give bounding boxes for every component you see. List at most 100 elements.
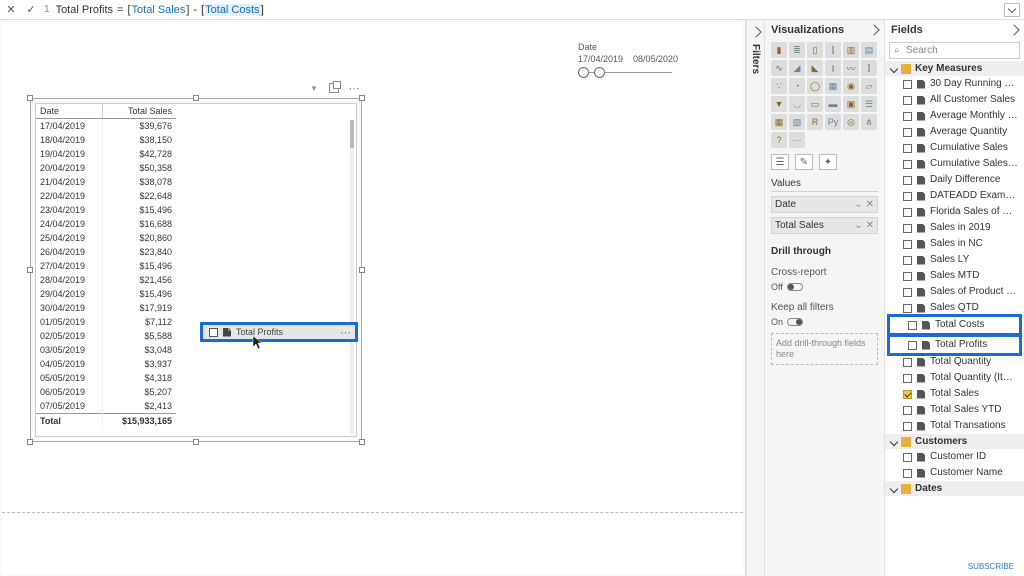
checkbox-icon[interactable] xyxy=(903,176,912,185)
field-item[interactable]: 30 Day Running Total xyxy=(885,76,1024,92)
field-item[interactable]: Total Profits xyxy=(887,334,1022,356)
viz-stacked-col-icon[interactable]: ▯ xyxy=(807,42,823,58)
viz-filled-map-icon[interactable]: ▱ xyxy=(861,78,877,94)
viz-slicer-icon[interactable]: ☰ xyxy=(861,96,877,112)
col-header-date[interactable]: Date xyxy=(36,104,103,119)
date-slicer[interactable]: Date 17/04/2019 08/05/2020 xyxy=(578,42,678,80)
drill-dropzone[interactable]: Add drill-through fields here xyxy=(771,333,878,365)
viz-100-bar-icon[interactable]: ▥ xyxy=(843,42,859,58)
scrollbar[interactable] xyxy=(350,120,354,434)
viz-stacked-bar-icon[interactable]: ▮ xyxy=(771,42,787,58)
field-item[interactable]: Total Costs xyxy=(887,314,1022,336)
checkbox-icon[interactable] xyxy=(908,321,917,330)
resize-handle[interactable] xyxy=(193,439,199,445)
table-dates[interactable]: Dates xyxy=(885,481,1024,496)
checkbox-icon[interactable] xyxy=(903,422,912,431)
viz-map-icon[interactable]: ◉ xyxy=(843,78,859,94)
drag-ghost-total-profits[interactable]: Total Profits xyxy=(200,322,358,342)
viz-donut-icon[interactable]: ◯ xyxy=(807,78,823,94)
checkbox-icon[interactable] xyxy=(903,208,912,217)
cancel-icon[interactable]: ✕ xyxy=(4,3,18,17)
checkbox-icon[interactable] xyxy=(903,112,912,121)
checkbox-icon[interactable] xyxy=(903,374,912,383)
viz-qna-icon[interactable]: ? xyxy=(771,132,787,148)
viz-python-icon[interactable]: Py xyxy=(825,114,841,130)
checkbox-icon[interactable] xyxy=(903,272,912,281)
chevron-down-icon[interactable]: ⌄ xyxy=(854,199,862,210)
chevron-right-icon[interactable] xyxy=(750,26,761,37)
viz-r-icon[interactable]: R xyxy=(807,114,823,130)
checkbox-icon[interactable] xyxy=(903,224,912,233)
table-customers[interactable]: Customers xyxy=(885,434,1024,449)
viz-100-col-icon[interactable]: ▤ xyxy=(861,42,877,58)
checkbox-icon[interactable] xyxy=(903,192,912,201)
viz-decomp-icon[interactable]: ⋔ xyxy=(861,114,877,130)
checkbox-icon[interactable] xyxy=(903,128,912,137)
field-item[interactable]: Daily Difference xyxy=(885,172,1024,188)
checkbox-icon[interactable] xyxy=(903,453,912,462)
resize-handle[interactable] xyxy=(27,95,33,101)
viz-clustered-bar-icon[interactable]: ≣ xyxy=(789,42,805,58)
checkbox-icon[interactable] xyxy=(903,288,912,297)
checkbox-icon[interactable] xyxy=(903,160,912,169)
format-tab-icon[interactable]: ✎ xyxy=(795,154,813,170)
field-item[interactable]: Cumulative Sales xyxy=(885,140,1024,156)
checkbox-icon[interactable] xyxy=(903,240,912,249)
checkbox-icon[interactable] xyxy=(903,358,912,367)
viz-table-icon[interactable]: ▦ xyxy=(771,114,787,130)
field-item[interactable]: Customer Name xyxy=(885,465,1024,481)
viz-scatter-icon[interactable]: ∵ xyxy=(771,78,787,94)
field-item[interactable]: Florida Sales of Product 2 ... xyxy=(885,204,1024,220)
resize-handle[interactable] xyxy=(359,439,365,445)
table-visual[interactable]: Date Total Sales 17/04/2019$39,67618/04/… xyxy=(30,98,362,442)
viz-stacked-area-icon[interactable]: ◣ xyxy=(807,60,823,76)
viz-treemap-icon[interactable]: ▦ xyxy=(825,78,841,94)
checkbox-icon[interactable] xyxy=(903,96,912,105)
field-item[interactable]: Sales in 2019 xyxy=(885,220,1024,236)
viz-funnel-icon[interactable]: ▼ xyxy=(771,96,787,112)
viz-area-icon[interactable]: ◢ xyxy=(789,60,805,76)
chevron-down-icon[interactable]: ⌄ xyxy=(854,220,862,231)
field-item[interactable]: Total Transations xyxy=(885,418,1024,434)
checkbox-icon[interactable] xyxy=(908,341,917,350)
field-item[interactable]: Total Quantity (Iteration) xyxy=(885,370,1024,386)
cross-report-toggle[interactable] xyxy=(787,283,803,291)
chevron-right-icon[interactable] xyxy=(868,24,879,35)
expand-formula-icon[interactable] xyxy=(1004,3,1020,17)
checkbox-icon[interactable] xyxy=(903,80,912,89)
field-item[interactable]: Average Monthly Sales xyxy=(885,108,1024,124)
field-item[interactable]: Cumulative Sales LY xyxy=(885,156,1024,172)
checkbox-icon[interactable] xyxy=(903,406,912,415)
remove-icon[interactable]: ✕ xyxy=(866,199,874,210)
resize-handle[interactable] xyxy=(27,439,33,445)
analytics-tab-icon[interactable]: ✦ xyxy=(819,154,837,170)
viz-matrix-icon[interactable]: ▧ xyxy=(789,114,805,130)
viz-ribbon-icon[interactable]: 〰 xyxy=(843,60,859,76)
filters-pane-collapsed[interactable]: Filters xyxy=(746,20,764,576)
more-options-icon[interactable] xyxy=(347,81,361,95)
viz-pie-icon[interactable]: ◔ xyxy=(789,78,805,94)
viz-kpi-icon[interactable]: ▣ xyxy=(843,96,859,112)
report-canvas[interactable]: Date 17/04/2019 08/05/2020 xyxy=(0,20,746,576)
checkbox-icon[interactable] xyxy=(903,469,912,478)
viz-card-icon[interactable]: ▭ xyxy=(807,96,823,112)
resize-handle[interactable] xyxy=(359,267,365,273)
field-item[interactable]: Customer ID xyxy=(885,449,1024,465)
field-item[interactable]: Sales LY xyxy=(885,252,1024,268)
slicer-handle-start[interactable] xyxy=(578,67,589,78)
viz-line-icon[interactable]: ∿ xyxy=(771,60,787,76)
commit-icon[interactable]: ✓ xyxy=(24,3,38,17)
viz-multicard-icon[interactable]: ▬ xyxy=(825,96,841,112)
field-item[interactable]: Sales MTD xyxy=(885,268,1024,284)
viz-gauge-icon[interactable]: ◡ xyxy=(789,96,805,112)
viz-import-icon[interactable]: ⋯ xyxy=(789,132,805,148)
filter-icon[interactable] xyxy=(307,81,321,95)
field-item[interactable]: All Customer Sales xyxy=(885,92,1024,108)
field-item[interactable]: Total Sales xyxy=(885,386,1024,402)
search-input[interactable]: ⌕ Search xyxy=(889,42,1020,59)
field-item[interactable]: Total Quantity xyxy=(885,354,1024,370)
focus-mode-icon[interactable] xyxy=(327,81,341,95)
field-item[interactable]: Sales of Product 100 xyxy=(885,284,1024,300)
field-item[interactable]: Sales in NC xyxy=(885,236,1024,252)
remove-icon[interactable]: ✕ xyxy=(866,220,874,231)
